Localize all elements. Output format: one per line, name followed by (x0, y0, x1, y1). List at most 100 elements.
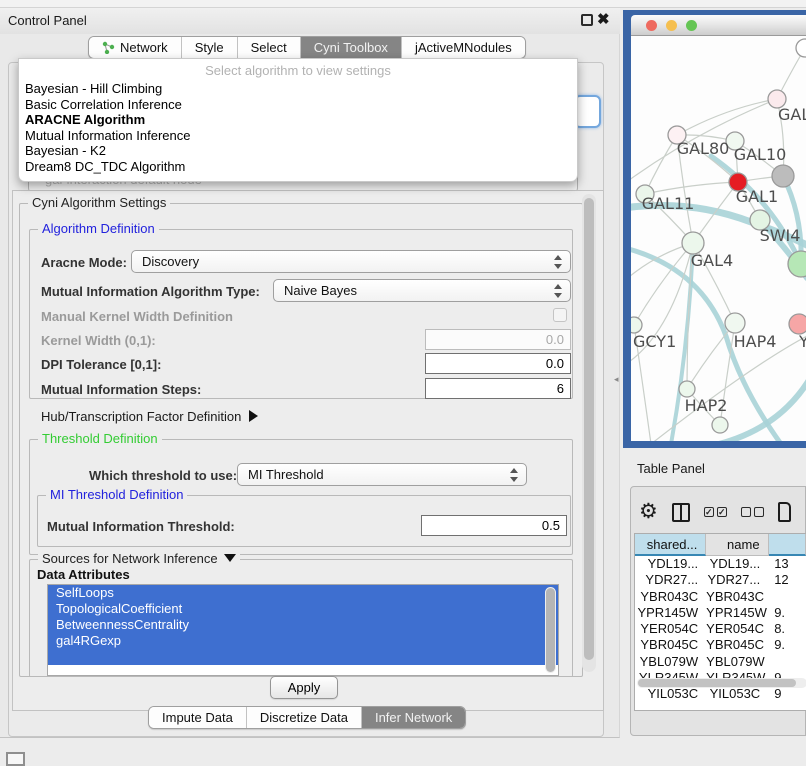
tab-impute-data[interactable]: Impute Data (149, 707, 247, 728)
table-row[interactable]: YER054CYER054C8. (635, 621, 806, 637)
list-item[interactable]: BetweennessCentrality (48, 617, 558, 633)
table-cell: YIL053C (706, 686, 768, 702)
algorithm-combobox-fragment[interactable] (574, 95, 601, 128)
table-row[interactable]: YDR27...YDR27...12 (635, 572, 806, 588)
float-panel-icon[interactable] (581, 14, 593, 26)
column-header-name[interactable]: name (706, 534, 768, 556)
collapse-arrow-icon[interactable] (224, 554, 236, 562)
dropdown-item[interactable]: Bayesian - K2 (19, 143, 577, 159)
tab-select[interactable]: Select (238, 37, 301, 58)
mi-steps-field[interactable]: 6 (425, 378, 571, 399)
table-row[interactable]: YBL079WYBL079W (635, 654, 806, 670)
columns-icon[interactable] (672, 503, 690, 522)
list-item[interactable]: TopologicalCoefficient (48, 601, 558, 617)
node-label: HAP4 (734, 332, 777, 351)
dropdown-item[interactable]: Mutual Information Inference (19, 128, 577, 144)
aracne-mode-value: Discovery (142, 254, 199, 269)
node-label: GAL11 (642, 194, 695, 213)
splitpane-handle-icon[interactable]: ◂ (614, 374, 619, 385)
mi-threshold-field[interactable]: 0.5 (421, 515, 567, 536)
column-header-shared...[interactable]: shared... (635, 534, 706, 556)
network-node-hap2[interactable] (679, 381, 695, 397)
threshold-definition-title: Threshold Definition (38, 431, 162, 446)
apply-button[interactable]: Apply (270, 676, 338, 699)
attributes-scrollbar[interactable] (545, 587, 556, 673)
horizontal-scrollbar[interactable] (637, 678, 806, 688)
deselect-all-icon[interactable] (741, 507, 764, 517)
list-item-partial[interactable] (48, 649, 558, 665)
network-node-gcy1[interactable] (631, 317, 642, 333)
minimize-window-icon[interactable] (666, 20, 677, 31)
table-cell: YBR045C (706, 637, 768, 653)
network-canvas[interactable]: GALGAL80GAL10GAL1GAL11SWI4GAL4GCY1HAP4YH… (631, 36, 806, 441)
settings-scrollbar-thumb[interactable] (584, 198, 594, 660)
which-threshold-combobox[interactable]: MI Threshold (237, 463, 527, 486)
sources-title: Sources for Network Inference (38, 551, 240, 566)
tab-label: Style (195, 40, 224, 55)
combo-stepper-icon (510, 468, 519, 482)
dpi-tolerance-field[interactable]: 0.0 (425, 353, 571, 374)
select-all-icon[interactable]: ✓✓ (704, 507, 727, 517)
kernel-width-field[interactable]: 0.0 (425, 329, 571, 350)
list-item[interactable]: gal4RGexp (48, 633, 558, 649)
tab-jactivemnodules[interactable]: jActiveMNodules (402, 37, 525, 58)
dropdown-item[interactable]: ARACNE Algorithm (19, 112, 577, 128)
zoom-window-icon[interactable] (686, 20, 697, 31)
minimized-panel-icon[interactable] (6, 752, 25, 766)
table-cell: YBL079W (706, 654, 768, 670)
node-label: GCY1 (633, 332, 676, 351)
tab-discretize-data[interactable]: Discretize Data (247, 707, 362, 728)
network-node[interactable] (796, 39, 806, 57)
gear-icon[interactable]: ⚙ (639, 502, 658, 522)
node-label: GAL80 (677, 139, 730, 158)
table-cell: 9. (768, 605, 806, 621)
export-table-icon[interactable] (778, 502, 791, 522)
column-header-extra[interactable] (769, 534, 806, 556)
control-panel-title: Control Panel (8, 13, 87, 28)
table-row[interactable]: YBR043CYBR043C (635, 589, 806, 605)
aracne-mode-combobox[interactable]: Discovery (131, 250, 571, 273)
manual-kernel-checkbox[interactable] (553, 308, 567, 322)
bottom-tab-bar: Impute DataDiscretize DataInfer Network (148, 706, 466, 729)
horizontal-scrollbar-thumb[interactable] (638, 679, 796, 687)
tab-style[interactable]: Style (182, 37, 238, 58)
network-node-hap4[interactable] (725, 313, 745, 333)
node-label: GAL4 (691, 251, 733, 270)
algorithm-definition-title: Algorithm Definition (38, 221, 159, 236)
tab-network[interactable]: Network (89, 37, 182, 58)
tab-infer-network[interactable]: Infer Network (362, 707, 465, 728)
mi-steps-label: Mutual Information Steps: (41, 382, 201, 397)
table-cell: YDR27... (635, 572, 706, 588)
tab-label: Network (120, 40, 168, 55)
node-table[interactable]: shared...name YDL19...YDL19...13YDR27...… (634, 533, 806, 711)
table-row[interactable]: YPR145WYPR145W9. (635, 605, 806, 621)
expand-arrow-icon (249, 410, 258, 422)
combo-stepper-icon (554, 255, 563, 269)
data-attributes-list[interactable]: SelfLoopsTopologicalCoefficientBetweenne… (47, 584, 559, 676)
table-panel-title: Table Panel (637, 461, 705, 476)
table-panel: ⚙ ✓✓ shared...name YDL19...YDL19...13YDR… (630, 486, 806, 736)
dropdown-item[interactable]: Dream8 DC_TDC Algorithm (19, 159, 577, 175)
table-toolbar: ⚙ ✓✓ (639, 495, 806, 529)
node-label: GAL (778, 105, 806, 124)
table-row[interactable]: YDL19...YDL19...13 (635, 556, 806, 572)
hub-definition-toggle[interactable]: Hub/Transcription Factor Definition (41, 409, 258, 424)
settings-scrollbar[interactable] (582, 194, 596, 672)
table-row[interactable]: YBR045CYBR045C9. (635, 637, 806, 653)
close-panel-icon[interactable]: ✖ (597, 10, 610, 28)
table-cell: YER054C (635, 621, 706, 637)
table-cell: 8. (768, 621, 806, 637)
network-window-titlebar[interactable] (631, 15, 806, 36)
list-item[interactable]: SelfLoops (48, 585, 558, 601)
network-node[interactable] (712, 417, 728, 433)
table-cell: YBL079W (635, 654, 706, 670)
network-node-y[interactable] (789, 314, 806, 334)
network-icon (102, 41, 115, 54)
dropdown-item[interactable]: Bayesian - Hill Climbing (19, 81, 577, 97)
close-window-icon[interactable] (646, 20, 657, 31)
network-node[interactable] (772, 165, 794, 187)
tab-cyni-toolbox[interactable]: Cyni Toolbox (301, 37, 402, 58)
table-row[interactable]: YIL053CYIL053C9 (635, 686, 806, 702)
mi-type-combobox[interactable]: Naive Bayes (273, 279, 571, 302)
dropdown-item[interactable]: Basic Correlation Inference (19, 97, 577, 113)
